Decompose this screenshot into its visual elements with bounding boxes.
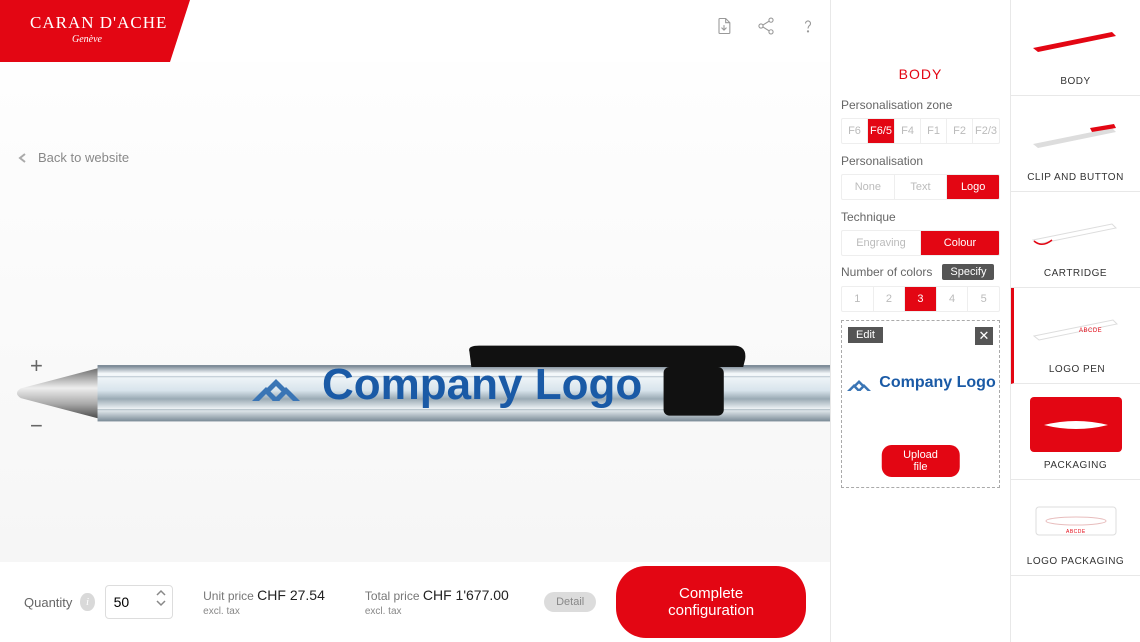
zone-f2-3[interactable]: F2/3 xyxy=(973,119,999,143)
pen-clip-icon xyxy=(1030,109,1122,164)
detail-button[interactable]: Detail xyxy=(544,592,596,612)
brand-name: CARAN D'ACHE xyxy=(30,13,167,32)
colors-4[interactable]: 4 xyxy=(937,287,969,311)
quantity-input[interactable] xyxy=(114,594,154,610)
header-actions xyxy=(714,16,818,39)
step-rail: BODY CLIP AND BUTTON CARTRIDGE ABCDE LOG… xyxy=(1010,0,1140,642)
logo-edit-button[interactable]: Edit xyxy=(848,327,883,343)
pen-body-icon xyxy=(1030,13,1122,68)
personalisation-label: Personalisation xyxy=(841,154,1000,168)
cartridge-icon xyxy=(1030,205,1122,260)
brand-city: Genève xyxy=(72,34,103,45)
download-icon[interactable] xyxy=(714,16,734,39)
back-to-website-link[interactable]: Back to website xyxy=(18,150,129,165)
help-icon[interactable] xyxy=(798,16,818,39)
rail-body[interactable]: BODY xyxy=(1011,0,1140,96)
company-logo-mark-icon xyxy=(248,367,304,403)
logo-preview: Company Logo xyxy=(845,373,995,393)
personalisation-options: None Text Logo xyxy=(841,174,1000,200)
zone-options: F6 F6/5 F4 F1 F2 F2/3 xyxy=(841,118,1000,144)
zone-f1[interactable]: F1 xyxy=(921,119,947,143)
company-logo-text: Company Logo xyxy=(322,360,642,410)
unit-price-value: CHF 27.54 xyxy=(257,587,325,603)
personalisation-text[interactable]: Text xyxy=(895,175,948,199)
colors-options: 1 2 3 4 5 xyxy=(841,286,1000,312)
chevron-down-icon[interactable] xyxy=(156,599,166,607)
personalisation-none[interactable]: None xyxy=(842,175,895,199)
rail-label: CARTRIDGE xyxy=(1044,268,1107,279)
colors-label: Number of colors xyxy=(841,265,932,279)
bottom-bar: Quantity i Unit price CHF 27.54 excl. ta… xyxy=(0,562,830,642)
rail-label: PACKAGING xyxy=(1044,460,1107,471)
quantity-stepper[interactable] xyxy=(105,585,174,619)
upload-file-button[interactable]: Upload file xyxy=(881,445,960,477)
colors-2[interactable]: 2 xyxy=(874,287,906,311)
technique-colour[interactable]: Colour xyxy=(921,231,999,255)
chevron-up-icon[interactable] xyxy=(156,589,166,597)
company-logo-mark-icon xyxy=(845,373,873,393)
panel-title: BODY xyxy=(841,66,1000,82)
unit-price-tax: excl. tax xyxy=(203,606,240,617)
colors-5[interactable]: 5 xyxy=(968,287,999,311)
back-label: Back to website xyxy=(38,150,129,165)
svg-text:ABCDE: ABCDE xyxy=(1066,529,1086,535)
unit-price: Unit price CHF 27.54 excl. tax xyxy=(203,587,331,617)
zone-f6-5[interactable]: F6/5 xyxy=(868,119,895,143)
rail-cartridge[interactable]: CARTRIDGE xyxy=(1011,192,1140,288)
zone-f2[interactable]: F2 xyxy=(947,119,973,143)
total-price-value: CHF 1'677.00 xyxy=(423,587,509,603)
rail-label: BODY xyxy=(1060,76,1090,87)
rail-label: LOGO PACKAGING xyxy=(1027,556,1124,567)
unit-price-label: Unit price xyxy=(203,589,254,603)
technique-label: Technique xyxy=(841,210,1000,224)
header: CARAN D'ACHE Genève xyxy=(0,0,830,62)
rail-packaging[interactable]: PACKAGING xyxy=(1011,384,1140,480)
config-panel: BODY Personalisation zone F6 F6/5 F4 F1 … xyxy=(830,0,1010,642)
rail-logo-packaging[interactable]: ABCDE LOGO PACKAGING xyxy=(1011,480,1140,576)
brand-logo[interactable]: CARAN D'ACHE Genève xyxy=(0,0,200,62)
quantity-label: Quantity xyxy=(24,595,72,610)
share-icon[interactable] xyxy=(756,16,776,39)
total-price-label: Total price xyxy=(365,589,420,603)
rail-label: LOGO PEN xyxy=(1049,364,1105,375)
svg-text:ABCDE: ABCDE xyxy=(1079,328,1102,334)
zone-label: Personalisation zone xyxy=(841,98,1000,112)
pen-logo-overlay: Company Logo xyxy=(248,360,642,410)
packaging-icon xyxy=(1030,397,1122,452)
rail-label: CLIP AND BUTTON xyxy=(1027,172,1124,183)
colors-1[interactable]: 1 xyxy=(842,287,874,311)
logo-preview-text: Company Logo xyxy=(879,374,995,392)
product-preview: Back to website + − xyxy=(0,62,830,562)
colors-specify-badge[interactable]: Specify xyxy=(942,264,994,280)
personalisation-logo[interactable]: Logo xyxy=(947,175,999,199)
logo-pen-icon: ABCDE xyxy=(1031,301,1123,356)
rail-logo-pen[interactable]: ABCDE LOGO PEN xyxy=(1011,288,1140,384)
close-icon[interactable]: ✕ xyxy=(975,327,993,345)
complete-configuration-button[interactable]: Complete configuration xyxy=(616,566,806,638)
rail-clip-button[interactable]: CLIP AND BUTTON xyxy=(1011,96,1140,192)
logo-packaging-icon: ABCDE xyxy=(1030,493,1122,548)
zone-f4[interactable]: F4 xyxy=(895,119,921,143)
logo-upload-box: Edit ✕ Company Logo Upload file xyxy=(841,320,1000,488)
zone-f6[interactable]: F6 xyxy=(842,119,868,143)
technique-engraving[interactable]: Engraving xyxy=(842,231,921,255)
quantity-info-icon[interactable]: i xyxy=(80,593,94,611)
total-price-tax: excl. tax xyxy=(365,606,402,617)
colors-3[interactable]: 3 xyxy=(905,287,937,311)
technique-options: Engraving Colour xyxy=(841,230,1000,256)
total-price: Total price CHF 1'677.00 excl. tax xyxy=(365,587,510,617)
